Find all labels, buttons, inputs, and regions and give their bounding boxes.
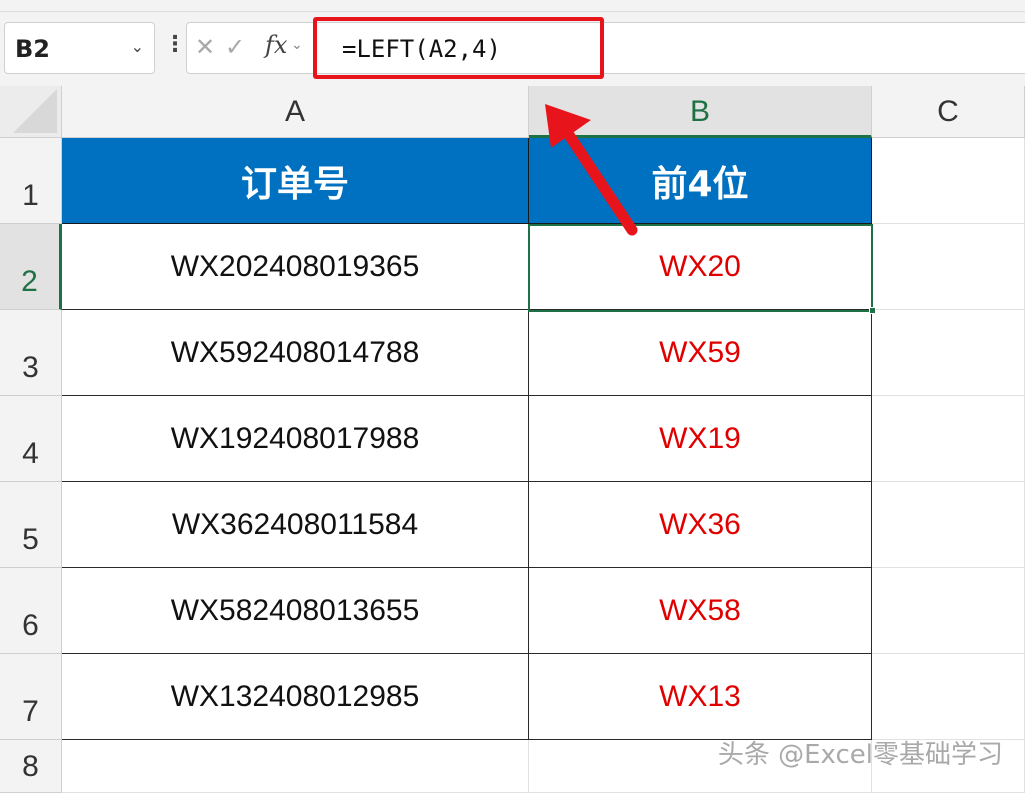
row-header-6[interactable]: 6 <box>0 568 62 654</box>
cell-b2[interactable]: WX20 <box>529 224 872 310</box>
insert-function-icon[interactable]: fx <box>265 31 287 59</box>
cell-c1[interactable] <box>872 138 1025 224</box>
name-box-value: B2 <box>15 35 50 63</box>
formula-controls: ✕ ✓ fx ⌄ <box>186 22 316 74</box>
cell-b3[interactable]: WX59 <box>529 310 872 396</box>
column-header-a[interactable]: A <box>62 86 529 138</box>
cell-b7[interactable]: WX13 <box>529 654 872 740</box>
row-header-8[interactable]: 8 <box>0 740 62 793</box>
row-header-4[interactable]: 4 <box>0 396 62 482</box>
cell-c4[interactable] <box>872 396 1025 482</box>
cell-a3[interactable]: WX592408014788 <box>62 310 529 396</box>
chevron-down-icon[interactable]: ⌄ <box>131 37 144 56</box>
cell-c7[interactable] <box>872 654 1025 740</box>
cell-c3[interactable] <box>872 310 1025 396</box>
more-options-icon[interactable]: ⋮ <box>164 34 186 56</box>
cell-a4[interactable]: WX192408017988 <box>62 396 529 482</box>
fill-handle[interactable] <box>869 307 876 314</box>
row-header-5[interactable]: 5 <box>0 482 62 568</box>
watermark: 头条 @Excel零基础学习 <box>717 740 1003 770</box>
cell-c2[interactable] <box>872 224 1025 310</box>
cell-b4[interactable]: WX19 <box>529 396 872 482</box>
cell-c5[interactable] <box>872 482 1025 568</box>
cell-b1[interactable]: 前4位 <box>529 138 872 224</box>
column-header-c[interactable]: C <box>872 86 1025 138</box>
cell-a1[interactable]: 订单号 <box>62 138 529 224</box>
row-header-3[interactable]: 3 <box>0 310 62 396</box>
row-header-2[interactable]: 2 <box>0 224 62 310</box>
name-box[interactable]: B2 ⌄ <box>4 22 155 74</box>
cell-a2[interactable]: WX202408019365 <box>62 224 529 310</box>
column-header-b[interactable]: B <box>529 86 872 138</box>
row-header-1[interactable]: 1 <box>0 138 62 224</box>
ribbon-strip <box>0 0 1025 12</box>
chevron-down-icon[interactable]: ⌄ <box>291 37 303 53</box>
row-header-7[interactable]: 7 <box>0 654 62 740</box>
cell-a7[interactable]: WX132408012985 <box>62 654 529 740</box>
formula-highlight-box <box>313 17 604 79</box>
cell-a5[interactable]: WX362408011584 <box>62 482 529 568</box>
cell-b5[interactable]: WX36 <box>529 482 872 568</box>
cell-a6[interactable]: WX582408013655 <box>62 568 529 654</box>
cancel-icon[interactable]: ✕ <box>195 33 215 61</box>
select-all-corner[interactable] <box>0 86 62 138</box>
cell-c6[interactable] <box>872 568 1025 654</box>
cell-a8[interactable] <box>62 740 529 793</box>
cell-b6[interactable]: WX58 <box>529 568 872 654</box>
check-icon[interactable]: ✓ <box>225 33 245 61</box>
